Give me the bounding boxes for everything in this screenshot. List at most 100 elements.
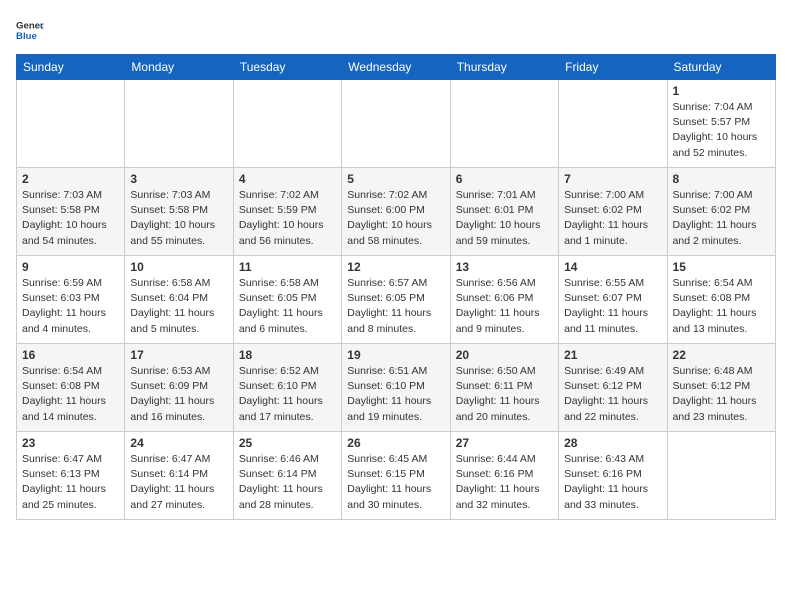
day-number: 4	[239, 172, 336, 186]
day-number: 19	[347, 348, 444, 362]
calendar-cell	[17, 80, 125, 168]
day-number: 16	[22, 348, 119, 362]
day-info: Sunrise: 7:02 AM Sunset: 6:00 PM Dayligh…	[347, 188, 444, 249]
week-row-5: 23 Sunrise: 6:47 AM Sunset: 6:13 PM Dayli…	[17, 432, 776, 520]
calendar-cell	[559, 80, 667, 168]
calendar-cell: 10 Sunrise: 6:58 AM Sunset: 6:04 PM Dayli…	[125, 256, 233, 344]
svg-text:Blue: Blue	[16, 31, 37, 42]
day-number: 25	[239, 436, 336, 450]
day-number: 11	[239, 260, 336, 274]
day-info: Sunrise: 6:54 AM Sunset: 6:08 PM Dayligh…	[673, 276, 770, 337]
week-row-4: 16 Sunrise: 6:54 AM Sunset: 6:08 PM Dayli…	[17, 344, 776, 432]
day-info: Sunrise: 6:59 AM Sunset: 6:03 PM Dayligh…	[22, 276, 119, 337]
calendar-cell	[125, 80, 233, 168]
day-header-thursday: Thursday	[450, 55, 558, 80]
logo-icon: General Blue	[16, 16, 44, 44]
week-row-2: 2 Sunrise: 7:03 AM Sunset: 5:58 PM Daylig…	[17, 168, 776, 256]
day-header-saturday: Saturday	[667, 55, 775, 80]
calendar-cell: 26 Sunrise: 6:45 AM Sunset: 6:15 PM Dayli…	[342, 432, 450, 520]
calendar-cell	[233, 80, 341, 168]
calendar-cell: 14 Sunrise: 6:55 AM Sunset: 6:07 PM Dayli…	[559, 256, 667, 344]
calendar-cell: 11 Sunrise: 6:58 AM Sunset: 6:05 PM Dayli…	[233, 256, 341, 344]
calendar-cell: 4Sunrise: 7:02 AM Sunset: 5:59 PM Daylig…	[233, 168, 341, 256]
calendar-cell: 28 Sunrise: 6:43 AM Sunset: 6:16 PM Dayli…	[559, 432, 667, 520]
day-number: 6	[456, 172, 553, 186]
calendar-cell: 7 Sunrise: 7:00 AM Sunset: 6:02 PM Daylig…	[559, 168, 667, 256]
day-info: Sunrise: 7:03 AM Sunset: 5:58 PM Dayligh…	[130, 188, 227, 249]
day-number: 8	[673, 172, 770, 186]
day-info: Sunrise: 6:51 AM Sunset: 6:10 PM Dayligh…	[347, 364, 444, 425]
day-info: Sunrise: 6:50 AM Sunset: 6:11 PM Dayligh…	[456, 364, 553, 425]
calendar-cell: 20Sunrise: 6:50 AM Sunset: 6:11 PM Dayli…	[450, 344, 558, 432]
day-number: 18	[239, 348, 336, 362]
calendar-cell: 18 Sunrise: 6:52 AM Sunset: 6:10 PM Dayli…	[233, 344, 341, 432]
day-info: Sunrise: 6:45 AM Sunset: 6:15 PM Dayligh…	[347, 452, 444, 513]
day-info: Sunrise: 6:58 AM Sunset: 6:05 PM Dayligh…	[239, 276, 336, 337]
day-number: 7	[564, 172, 661, 186]
day-info: Sunrise: 6:57 AM Sunset: 6:05 PM Dayligh…	[347, 276, 444, 337]
week-row-3: 9 Sunrise: 6:59 AM Sunset: 6:03 PM Daylig…	[17, 256, 776, 344]
day-number: 2	[22, 172, 119, 186]
day-number: 1	[673, 84, 770, 98]
calendar-cell	[667, 432, 775, 520]
day-number: 10	[130, 260, 227, 274]
day-info: Sunrise: 6:55 AM Sunset: 6:07 PM Dayligh…	[564, 276, 661, 337]
day-info: Sunrise: 6:44 AM Sunset: 6:16 PM Dayligh…	[456, 452, 553, 513]
day-number: 23	[22, 436, 119, 450]
day-info: Sunrise: 7:03 AM Sunset: 5:58 PM Dayligh…	[22, 188, 119, 249]
day-info: Sunrise: 7:01 AM Sunset: 6:01 PM Dayligh…	[456, 188, 553, 249]
week-row-1: 1 Sunrise: 7:04 AM Sunset: 5:57 PM Daylig…	[17, 80, 776, 168]
day-number: 26	[347, 436, 444, 450]
day-info: Sunrise: 6:54 AM Sunset: 6:08 PM Dayligh…	[22, 364, 119, 425]
day-header-tuesday: Tuesday	[233, 55, 341, 80]
day-number: 9	[22, 260, 119, 274]
calendar-cell: 16 Sunrise: 6:54 AM Sunset: 6:08 PM Dayli…	[17, 344, 125, 432]
day-info: Sunrise: 6:47 AM Sunset: 6:13 PM Dayligh…	[22, 452, 119, 513]
calendar-cell: 23 Sunrise: 6:47 AM Sunset: 6:13 PM Dayli…	[17, 432, 125, 520]
day-header-wednesday: Wednesday	[342, 55, 450, 80]
calendar-table: SundayMondayTuesdayWednesdayThursdayFrid…	[16, 54, 776, 520]
calendar-cell	[450, 80, 558, 168]
calendar-cell: 13Sunrise: 6:56 AM Sunset: 6:06 PM Dayli…	[450, 256, 558, 344]
header: General Blue	[16, 16, 776, 44]
day-info: Sunrise: 6:43 AM Sunset: 6:16 PM Dayligh…	[564, 452, 661, 513]
day-number: 27	[456, 436, 553, 450]
day-number: 28	[564, 436, 661, 450]
calendar-cell: 5 Sunrise: 7:02 AM Sunset: 6:00 PM Daylig…	[342, 168, 450, 256]
calendar-cell: 3Sunrise: 7:03 AM Sunset: 5:58 PM Daylig…	[125, 168, 233, 256]
day-number: 13	[456, 260, 553, 274]
calendar-cell: 25 Sunrise: 6:46 AM Sunset: 6:14 PM Dayli…	[233, 432, 341, 520]
day-number: 5	[347, 172, 444, 186]
calendar-cell: 19 Sunrise: 6:51 AM Sunset: 6:10 PM Dayli…	[342, 344, 450, 432]
day-info: Sunrise: 6:46 AM Sunset: 6:14 PM Dayligh…	[239, 452, 336, 513]
day-info: Sunrise: 6:58 AM Sunset: 6:04 PM Dayligh…	[130, 276, 227, 337]
calendar-cell: 22 Sunrise: 6:48 AM Sunset: 6:12 PM Dayli…	[667, 344, 775, 432]
day-header-monday: Monday	[125, 55, 233, 80]
calendar-cell: 9 Sunrise: 6:59 AM Sunset: 6:03 PM Daylig…	[17, 256, 125, 344]
day-info: Sunrise: 6:48 AM Sunset: 6:12 PM Dayligh…	[673, 364, 770, 425]
calendar-cell	[342, 80, 450, 168]
day-number: 21	[564, 348, 661, 362]
calendar-cell: 15 Sunrise: 6:54 AM Sunset: 6:08 PM Dayli…	[667, 256, 775, 344]
day-number: 24	[130, 436, 227, 450]
day-number: 17	[130, 348, 227, 362]
day-number: 14	[564, 260, 661, 274]
calendar-cell: 6 Sunrise: 7:01 AM Sunset: 6:01 PM Daylig…	[450, 168, 558, 256]
day-number: 22	[673, 348, 770, 362]
day-info: Sunrise: 7:00 AM Sunset: 6:02 PM Dayligh…	[564, 188, 661, 249]
day-header-friday: Friday	[559, 55, 667, 80]
calendar-cell: 1 Sunrise: 7:04 AM Sunset: 5:57 PM Daylig…	[667, 80, 775, 168]
calendar-cell: 21Sunrise: 6:49 AM Sunset: 6:12 PM Dayli…	[559, 344, 667, 432]
day-info: Sunrise: 6:52 AM Sunset: 6:10 PM Dayligh…	[239, 364, 336, 425]
svg-text:General: General	[16, 20, 44, 31]
calendar-cell: 2 Sunrise: 7:03 AM Sunset: 5:58 PM Daylig…	[17, 168, 125, 256]
day-number: 15	[673, 260, 770, 274]
calendar-cell: 27 Sunrise: 6:44 AM Sunset: 6:16 PM Dayli…	[450, 432, 558, 520]
day-number: 12	[347, 260, 444, 274]
day-header-sunday: Sunday	[17, 55, 125, 80]
calendar-cell: 17 Sunrise: 6:53 AM Sunset: 6:09 PM Dayli…	[125, 344, 233, 432]
day-info: Sunrise: 6:53 AM Sunset: 6:09 PM Dayligh…	[130, 364, 227, 425]
day-info: Sunrise: 7:00 AM Sunset: 6:02 PM Dayligh…	[673, 188, 770, 249]
calendar-cell: 24Sunrise: 6:47 AM Sunset: 6:14 PM Dayli…	[125, 432, 233, 520]
day-info: Sunrise: 7:04 AM Sunset: 5:57 PM Dayligh…	[673, 100, 770, 161]
